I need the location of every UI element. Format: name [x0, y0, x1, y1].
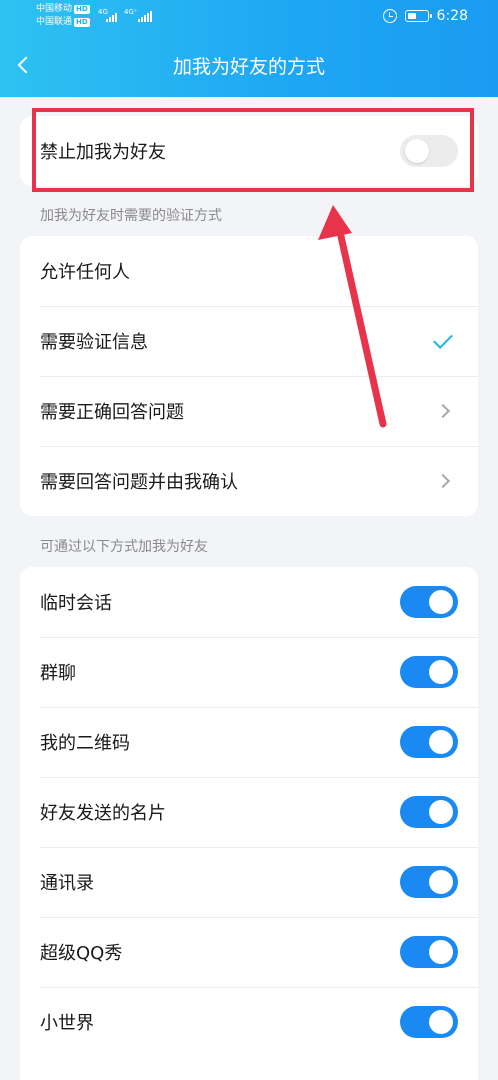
source-row[interactable]: 我的二维码 [20, 707, 478, 777]
verification-card: 允许任何人需要验证信息需要正确回答问题需要回答问题并由我确认 [20, 236, 478, 516]
network-type-2: 4G⁺ [124, 8, 138, 16]
source-toggle[interactable] [400, 866, 458, 898]
source-row[interactable]: 群聊 [20, 637, 478, 707]
toggle-knob [429, 660, 453, 684]
signal-bars-2-icon [138, 11, 152, 22]
toggle-knob [429, 730, 453, 754]
source-toggle[interactable] [400, 586, 458, 618]
toggle-knob [429, 940, 453, 964]
toggle-knob [429, 1010, 453, 1034]
clock: 6:28 [436, 8, 468, 24]
source-label: 好友发送的名片 [40, 803, 166, 824]
verification-option-label: 需要正确回答问题 [40, 402, 184, 423]
verification-option-label: 需要验证信息 [40, 332, 148, 353]
signal-bars-1-icon [106, 11, 117, 22]
carrier-1: 中国移动 [36, 4, 73, 14]
chevron-right-icon [435, 473, 451, 489]
annotation-highlight-box [32, 108, 474, 192]
carrier-2: 中国联通 [36, 17, 73, 27]
verification-option[interactable]: 需要回答问题并由我确认 [20, 446, 478, 516]
source-toggle[interactable] [400, 1006, 458, 1038]
source-toggle[interactable] [400, 796, 458, 828]
verification-option-label: 需要回答问题并由我确认 [40, 472, 238, 493]
carrier-info: 中国移动 HD 中国联通 HD [36, 3, 90, 29]
source-row[interactable]: 好友发送的名片 [20, 777, 478, 847]
verification-option-label: 允许任何人 [40, 262, 130, 283]
verification-option[interactable]: 允许任何人 [20, 236, 478, 306]
hd-badge: HD [74, 18, 90, 27]
verification-option[interactable]: 需要正确回答问题 [20, 376, 478, 446]
source-label: 小世界 [40, 1013, 94, 1034]
verification-section-label: 加我为好友时需要的验证方式 [40, 208, 222, 224]
toggle-knob [429, 800, 453, 824]
source-toggle[interactable] [400, 936, 458, 968]
source-label: 我的二维码 [40, 733, 130, 754]
source-toggle[interactable] [400, 656, 458, 688]
app-header: 中国移动 HD 中国联通 HD 4G 4G⁺ 6:28 加我为好友的方式 [0, 0, 498, 97]
source-row[interactable]: 超级QQ秀 [20, 917, 478, 987]
source-row[interactable]: 小世界 [20, 987, 478, 1057]
sources-card: 临时会话群聊我的二维码好友发送的名片 通讯录超级QQ秀小世界 [20, 567, 478, 1080]
battery-icon [404, 10, 432, 22]
source-label: 群聊 [40, 663, 76, 684]
check-icon [433, 329, 453, 349]
page-title: 加我为好友的方式 [172, 56, 325, 78]
source-row[interactable]: 通讯录 [20, 847, 478, 917]
toggle-knob [429, 870, 453, 894]
status-bar: 中国移动 HD 中国联通 HD 4G 4G⁺ 6:28 [0, 0, 498, 34]
hd-badge: HD [74, 5, 90, 14]
source-toggle[interactable] [400, 726, 458, 758]
toggle-knob [429, 590, 453, 614]
chevron-right-icon [435, 403, 451, 419]
source-label: 通讯录 [40, 873, 94, 894]
source-label: 超级QQ秀 [40, 943, 123, 964]
verification-option[interactable]: 需要验证信息 [20, 306, 478, 376]
source-label: 临时会话 [40, 593, 112, 614]
sources-section-label: 可通过以下方式加我为好友 [40, 539, 208, 555]
source-row[interactable]: 临时会话 [20, 567, 478, 637]
alarm-icon [382, 9, 397, 23]
